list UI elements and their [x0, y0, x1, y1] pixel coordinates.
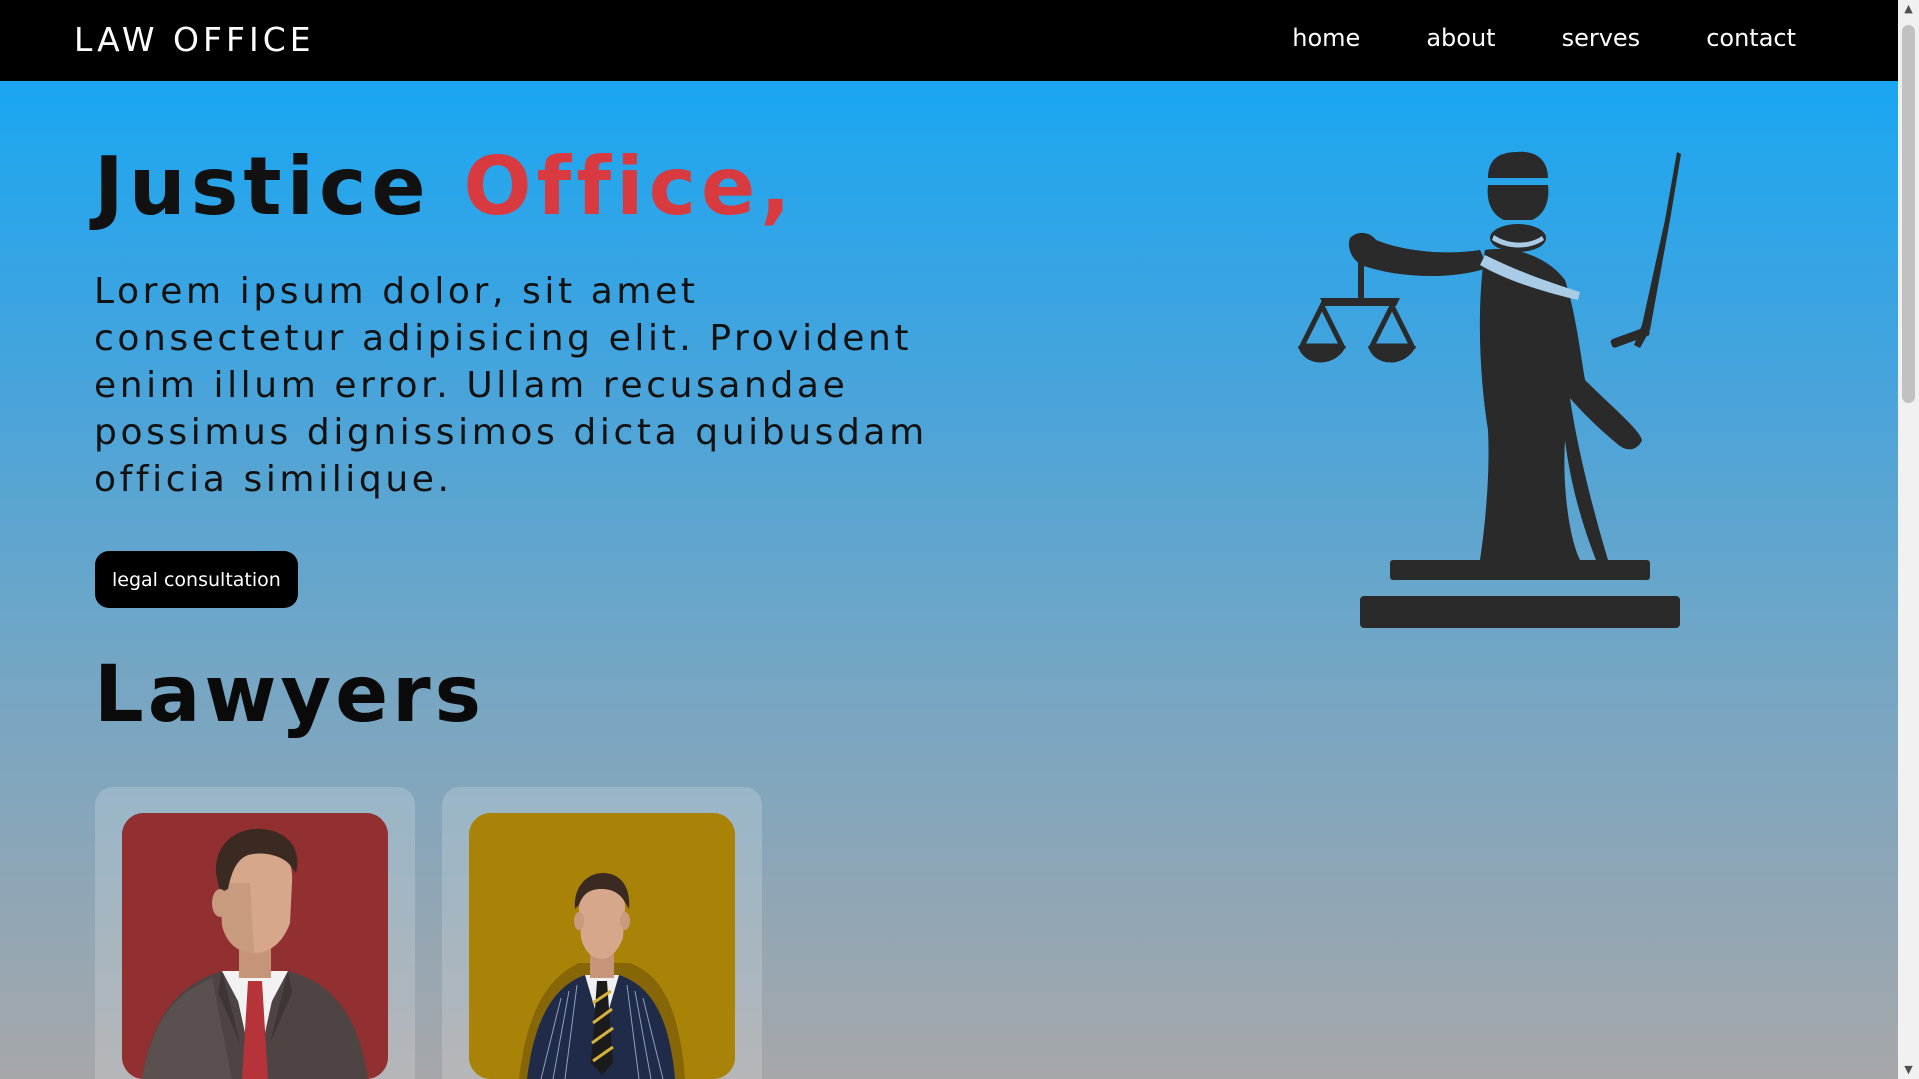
hero-title-accent: Office,	[463, 140, 796, 233]
hero-title-main: Justice	[94, 140, 464, 233]
site-logo[interactable]: LAW OFFICE	[74, 20, 315, 59]
nav-links: home about serves contact	[1226, 24, 1796, 52]
nav-link-home[interactable]: home	[1292, 24, 1360, 52]
nav-link-about[interactable]: about	[1426, 24, 1495, 52]
scroll-down-arrow-icon[interactable]: ▼	[1898, 1061, 1919, 1079]
lawyer-portrait-red	[122, 813, 388, 1079]
nav-link-serves[interactable]: serves	[1562, 24, 1641, 52]
legal-consultation-button[interactable]: legal consultation	[95, 551, 298, 608]
vertical-scrollbar[interactable]: ▲ ▼	[1898, 0, 1919, 1079]
lawyer-portrait-gold	[469, 813, 735, 1079]
page: LAW OFFICE home about serves contact Jus…	[0, 0, 1898, 1079]
lawyer-card[interactable]	[442, 787, 762, 1079]
nav-link-contact[interactable]: contact	[1706, 24, 1796, 52]
top-navbar: LAW OFFICE home about serves contact	[0, 0, 1898, 81]
scroll-up-arrow-icon[interactable]: ▲	[1898, 0, 1919, 18]
scrollbar-thumb[interactable]	[1902, 25, 1915, 403]
lady-justice-icon	[1280, 140, 1700, 630]
hero-description: Lorem ipsum dolor, sit amet consectetur …	[94, 271, 928, 500]
lawyers-section-title: Lawyers	[94, 650, 486, 740]
hero-title: Justice Office,	[94, 140, 796, 233]
lawyer-card[interactable]	[95, 787, 415, 1079]
